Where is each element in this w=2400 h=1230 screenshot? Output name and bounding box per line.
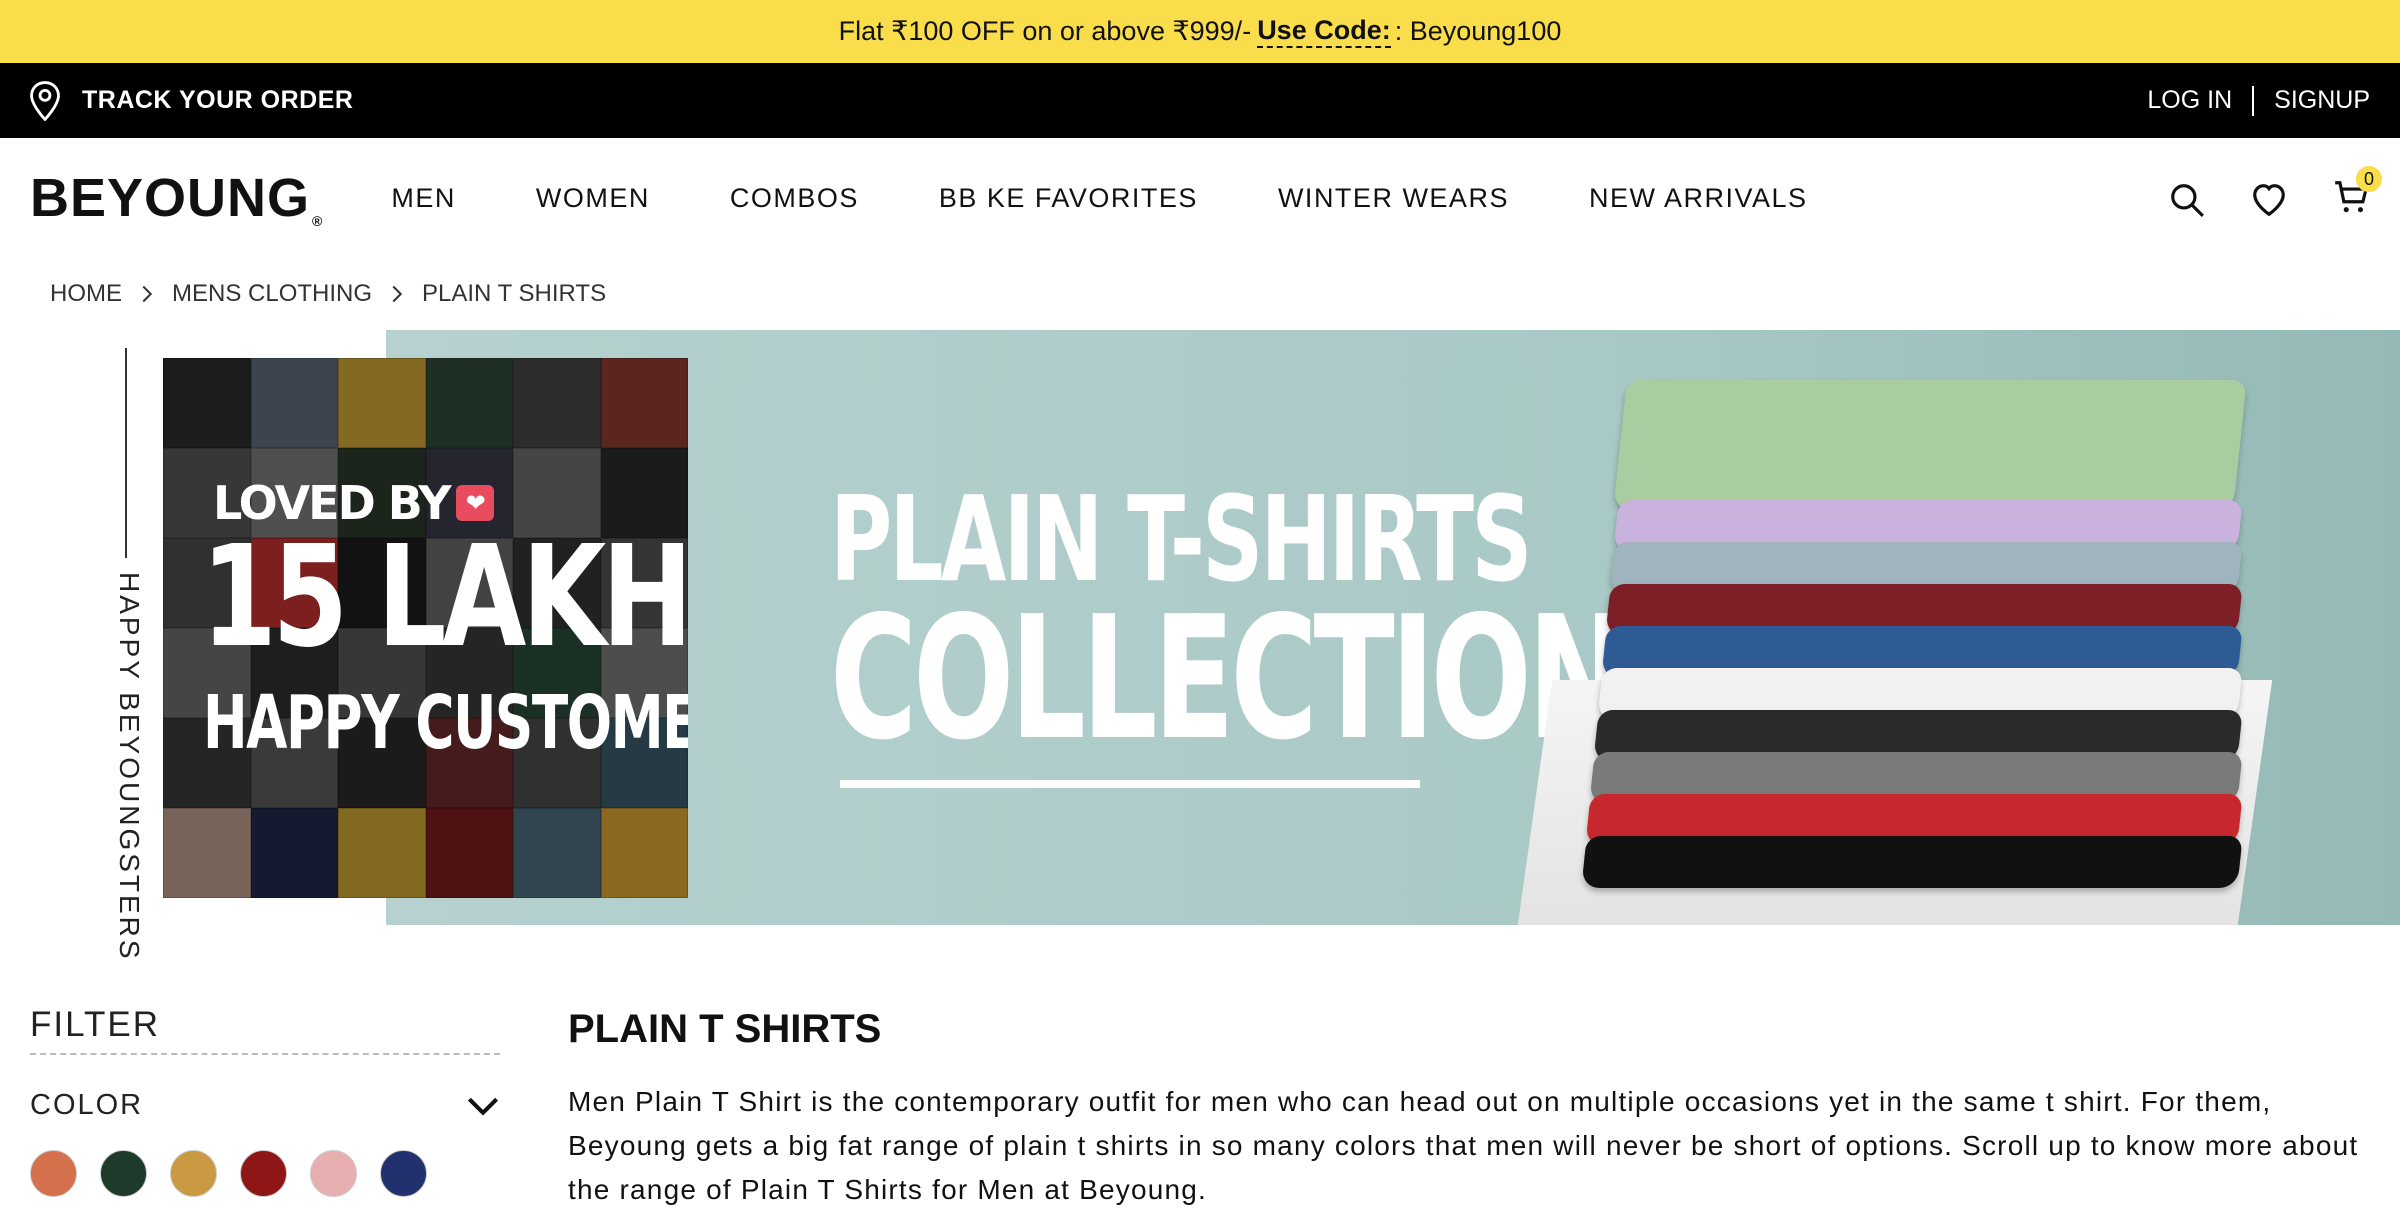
headline-underline (840, 780, 1420, 788)
category-description-text: Men Plain T Shirt is the contemporary ou… (568, 1086, 2359, 1205)
auth-links: LOG IN SIGNUP (2147, 85, 2370, 116)
folded-tshirt (1581, 836, 2243, 888)
breadcrumb-plain-t-shirts: PLAIN T SHIRTS (422, 280, 607, 307)
category-content: FILTER COLOR PLAIN T SHIRTS Men Plain T … (0, 925, 2400, 1230)
main-navigation: BEYOUNG ® MEN WOMEN COMBOS BB KE FAVORITE… (0, 138, 2400, 258)
breadcrumb-mens-clothing[interactable]: MENS CLOTHING (172, 280, 372, 308)
color-swatch[interactable] (240, 1150, 287, 1197)
nav-links: MEN WOMEN COMBOS BB KE FAVORITES WINTER … (391, 183, 1887, 214)
happy-customers-label: HAPPY CUSTOMERS (203, 680, 688, 766)
color-swatches (30, 1150, 500, 1197)
nav-item-combos[interactable]: COMBOS (730, 183, 859, 214)
promo-banner: Flat ₹100 OFF on or above ₹999/- Use Cod… (0, 0, 2400, 63)
logo-text: BEYOUNG (30, 168, 311, 228)
nav-item-winter-wears[interactable]: WINTER WEARS (1278, 183, 1509, 214)
breadcrumb: HOME MENS CLOTHING PLAIN T SHIRTS (0, 258, 2400, 330)
color-filter-toggle[interactable]: COLOR (30, 1089, 500, 1122)
color-swatch[interactable] (310, 1150, 357, 1197)
folded-tshirt (1613, 380, 2247, 510)
customer-collage: LOVED BY ❤ 15 LAKH+ HAPPY CUSTOMERS (163, 358, 688, 898)
auth-divider (2252, 85, 2255, 116)
tshirt-stack-image (1581, 380, 2247, 888)
side-divider (125, 348, 127, 558)
breadcrumb-home[interactable]: HOME (50, 280, 122, 308)
customer-count: 15 LAKH+ (201, 516, 688, 679)
nav-item-new-arrivals[interactable]: NEW ARRIVALS (1589, 183, 1808, 214)
color-swatch[interactable] (30, 1150, 77, 1197)
promo-code-label: Use Code: (1257, 15, 1391, 48)
filter-title: FILTER (30, 1005, 500, 1055)
login-link[interactable]: LOG IN (2147, 86, 2232, 115)
headline-line-2: COLLECTION (830, 580, 1627, 778)
hero-banner[interactable]: HAPPY BEYOUNGSTERS LOVED BY ❤ 15 LAKH+ H… (0, 330, 2400, 962)
page-title: PLAIN T SHIRTS (568, 1007, 882, 1051)
chevron-right-icon (142, 285, 153, 303)
promo-text: Flat ₹100 OFF on or above ₹999/- (838, 16, 1252, 46)
top-bar: TRACK YOUR ORDER LOG IN SIGNUP (0, 63, 2400, 138)
filter-panel: FILTER COLOR (30, 1005, 500, 1197)
location-pin-icon (30, 80, 60, 121)
category-description: PLAIN T SHIRTS Men Plain T Shirt is the … (568, 1007, 2368, 1212)
cart-count-badge: 0 (2356, 166, 2382, 192)
heart-icon[interactable] (2250, 181, 2288, 219)
color-swatch[interactable] (100, 1150, 147, 1197)
track-order-label: TRACK YOUR ORDER (82, 86, 354, 114)
color-swatch[interactable] (380, 1150, 427, 1197)
search-icon[interactable] (2168, 181, 2206, 219)
nav-item-men[interactable]: MEN (391, 183, 456, 214)
promo-code: : Beyoung100 (1394, 16, 1562, 46)
chevron-down-icon (467, 1097, 499, 1116)
color-swatch[interactable] (170, 1150, 217, 1197)
signup-link[interactable]: SIGNUP (2274, 86, 2370, 115)
happy-beyoungsters-label: HAPPY BEYOUNGSTERS (114, 572, 145, 962)
header-icons: 0 (2168, 166, 2382, 221)
logo-registered-mark: ® (312, 213, 324, 229)
chevron-right-icon (392, 285, 403, 303)
cart-button[interactable]: 0 (2332, 166, 2382, 221)
track-order-link[interactable]: TRACK YOUR ORDER (28, 80, 354, 121)
nav-item-women[interactable]: WOMEN (536, 183, 650, 214)
color-filter-label: COLOR (30, 1089, 144, 1121)
logo[interactable]: BEYOUNG ® (30, 167, 323, 229)
nav-item-bb-ke-favorites[interactable]: BB KE FAVORITES (939, 183, 1198, 214)
